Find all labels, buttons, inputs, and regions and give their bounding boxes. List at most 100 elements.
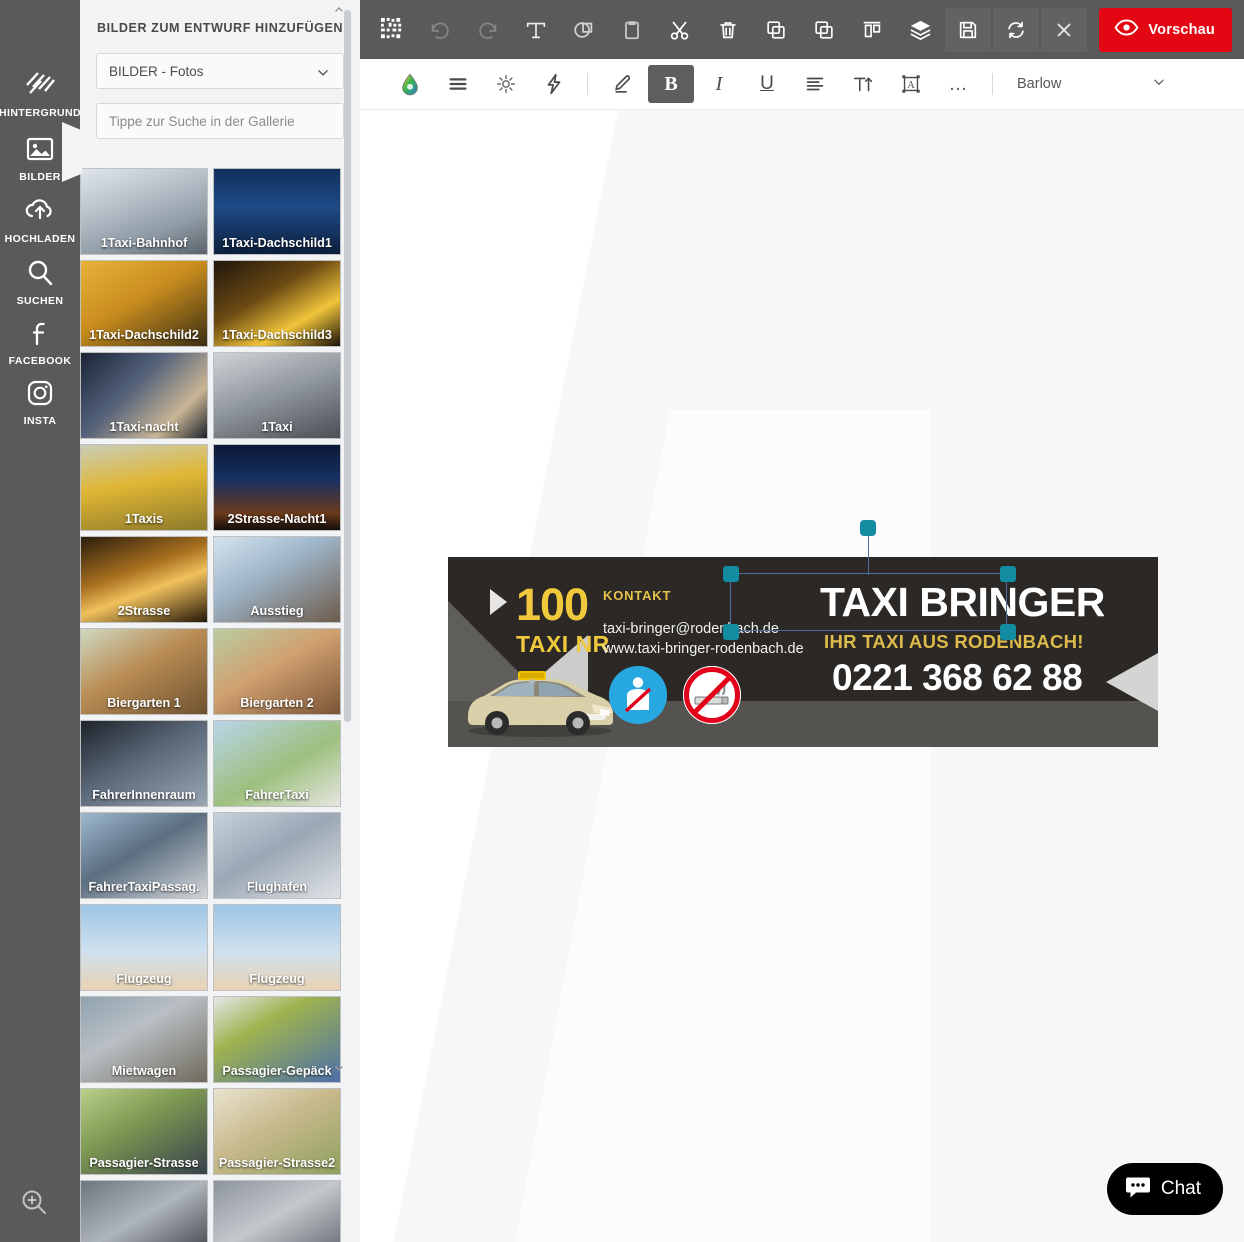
- gallery-thumbnail[interactable]: FahrerInnenraum: [80, 720, 208, 807]
- scissors-icon[interactable]: [656, 8, 704, 52]
- layers-icon[interactable]: [896, 8, 944, 52]
- banner-number-caption: TAXI NR: [516, 631, 610, 657]
- qr-code-icon[interactable]: [368, 8, 416, 52]
- font-family-select[interactable]: Barlow: [1017, 75, 1167, 93]
- more-options-button[interactable]: …: [936, 65, 982, 103]
- gallery-thumbnail[interactable]: Biergarten 2: [213, 628, 341, 715]
- resize-handle-top-left[interactable]: [723, 566, 739, 582]
- save-button[interactable]: [945, 7, 992, 52]
- text-frame-icon[interactable]: A: [888, 65, 934, 103]
- banner-contact-heading: KONTAKT: [603, 588, 672, 603]
- search-input[interactable]: [96, 103, 344, 139]
- gallery-thumbnail[interactable]: 2Strasse: [80, 536, 208, 623]
- gallery-thumbnail[interactable]: Passagier-Strasse2: [213, 1088, 341, 1175]
- thumbnail-label: FahrerTaxiPassag.: [88, 880, 200, 894]
- sidebar-item-insta[interactable]: INSTA: [0, 368, 80, 434]
- duplicate-icon[interactable]: [800, 8, 848, 52]
- no-smoking-icon: [683, 666, 741, 724]
- underline-button[interactable]: U: [744, 65, 790, 103]
- color-drop-icon[interactable]: [387, 65, 433, 103]
- gallery-thumbnail[interactable]: FahrerTaxi: [213, 720, 341, 807]
- gallery-thumbnail[interactable]: 1Taxi-nacht: [80, 352, 208, 439]
- gallery-thumbnail[interactable]: 1Taxi-Dachschild2: [80, 260, 208, 347]
- thumbnail-image: [214, 1181, 340, 1242]
- gallery-thumbnail[interactable]: Passagier-Strasse: [80, 1088, 208, 1175]
- bold-button[interactable]: B: [648, 65, 694, 103]
- panel-title: BILDER ZUM ENTWURF HINZUFÜGEN: [96, 21, 344, 35]
- trash-icon[interactable]: [704, 8, 752, 52]
- shape-icon[interactable]: [560, 8, 608, 52]
- font-family-value: Barlow: [1017, 76, 1062, 92]
- line-spacing-icon[interactable]: [435, 65, 481, 103]
- preview-button-label: Vorschau: [1148, 21, 1215, 38]
- copy-icon[interactable]: [752, 8, 800, 52]
- sidebar-item-label: SUCHEN: [16, 294, 64, 307]
- gallery-thumbnail[interactable]: 1Taxi-Bahnhof: [80, 168, 208, 255]
- banner-brand-subtitle: IHR TAXI AUS RODENBACH!: [824, 631, 1084, 652]
- gallery-thumbnail[interactable]: Flugzeug: [80, 904, 208, 991]
- paste-icon[interactable]: [608, 8, 656, 52]
- reload-icon[interactable]: [993, 7, 1040, 52]
- banner-website: www.taxi-bringer-rodenbach.de: [603, 641, 804, 657]
- text-size-icon[interactable]: [840, 65, 886, 103]
- gallery-thumbnail[interactable]: 2Strasse-Nacht1: [213, 444, 341, 531]
- scroll-up-icon[interactable]: [334, 2, 344, 12]
- gallery-thumbnail[interactable]: FahrerTaxiPassag.: [80, 812, 208, 899]
- thumbnail-label: 2Strasse-Nacht1: [227, 512, 327, 526]
- category-select[interactable]: BILDER - Fotos: [96, 53, 344, 89]
- resize-handle-bottom-right[interactable]: [1000, 624, 1016, 640]
- chat-widget-label: Chat: [1160, 1178, 1201, 1199]
- thumbnail-label: Mietwagen: [111, 1064, 177, 1078]
- flash-icon[interactable]: [531, 65, 577, 103]
- thumbnail-grid: 1Taxi-Bahnhof 1Taxi-Dachschild1 1Taxi-Dach…: [80, 166, 346, 1242]
- upload-cloud-icon: [23, 194, 57, 228]
- active-tab-notch: [62, 122, 82, 182]
- sidebar-item-hochladen[interactable]: HOCHLADEN: [0, 186, 80, 252]
- gallery-thumbnail[interactable]: Biergarten 1: [80, 628, 208, 715]
- gallery-thumbnail[interactable]: Ausstieg: [213, 536, 341, 623]
- category-select-value: BILDER - Fotos: [109, 63, 204, 79]
- text-icon[interactable]: [512, 8, 560, 52]
- gallery-thumbnail[interactable]: [80, 1180, 208, 1242]
- instagram-icon: [23, 376, 57, 410]
- italic-button[interactable]: I: [696, 65, 742, 103]
- undo-icon[interactable]: [416, 8, 464, 52]
- align-objects-icon[interactable]: [848, 8, 896, 52]
- sidebar-item-label: HINTERGRUND: [0, 106, 81, 119]
- gallery-thumbnail[interactable]: Flughafen: [213, 812, 341, 899]
- pen-icon[interactable]: [600, 65, 646, 103]
- thumbnail-grid-scroll-area[interactable]: 1Taxi-Bahnhof 1Taxi-Dachschild1 1Taxi-Dach…: [80, 166, 360, 1242]
- sidebar-item-facebook[interactable]: FACEBOOK: [0, 308, 80, 374]
- zoom-in-icon[interactable]: [16, 1184, 52, 1220]
- resize-handle-top-right[interactable]: [1000, 566, 1016, 582]
- thumbnail-label: Passagier-Strasse: [89, 1156, 199, 1170]
- close-icon[interactable]: [1041, 7, 1088, 52]
- design-canvas[interactable]: 100 TAXI NR KONTAKT taxi-bringer@rodenba…: [360, 110, 1244, 1242]
- image-icon: [23, 132, 57, 166]
- gallery-thumbnail[interactable]: 1Taxi-Dachschild1: [213, 168, 341, 255]
- sidebar-item-label: INSTA: [23, 414, 57, 427]
- preview-button[interactable]: Vorschau: [1099, 7, 1232, 52]
- chevron-down-icon: [1151, 75, 1167, 93]
- chat-widget-button[interactable]: Chat: [1106, 1163, 1223, 1215]
- no-luggage-icon: [609, 666, 667, 724]
- resize-handle-bottom-left[interactable]: [723, 624, 739, 640]
- sidebar-item-label: HOCHLADEN: [4, 232, 76, 245]
- gallery-scrollbar-thumb[interactable]: [344, 10, 351, 722]
- gallery-thumbnail[interactable]: Passagier-Gepäck: [213, 996, 341, 1083]
- gallery-thumbnail[interactable]: 1Taxis: [80, 444, 208, 531]
- sidebar-item-label: FACEBOOK: [8, 354, 72, 367]
- gallery-thumbnail[interactable]: Flugzeug: [213, 904, 341, 991]
- sparkle-icon[interactable]: [483, 65, 529, 103]
- align-left-icon[interactable]: [792, 65, 838, 103]
- scroll-down-icon[interactable]: [334, 1060, 344, 1071]
- sidebar-item-hintergrund[interactable]: HINTERGRUND: [0, 60, 81, 126]
- gallery-thumbnail[interactable]: Mietwagen: [80, 996, 208, 1083]
- gallery-thumbnail[interactable]: 1Taxi-Dachschild3: [213, 260, 341, 347]
- redo-icon[interactable]: [464, 8, 512, 52]
- sidebar-item-suchen[interactable]: SUCHEN: [0, 248, 80, 314]
- gallery-thumbnail[interactable]: 1Taxi: [213, 352, 341, 439]
- gallery-thumbnail[interactable]: [213, 1180, 341, 1242]
- rotate-handle[interactable]: [860, 520, 876, 536]
- thumbnail-label: FahrerInnenraum: [92, 788, 196, 802]
